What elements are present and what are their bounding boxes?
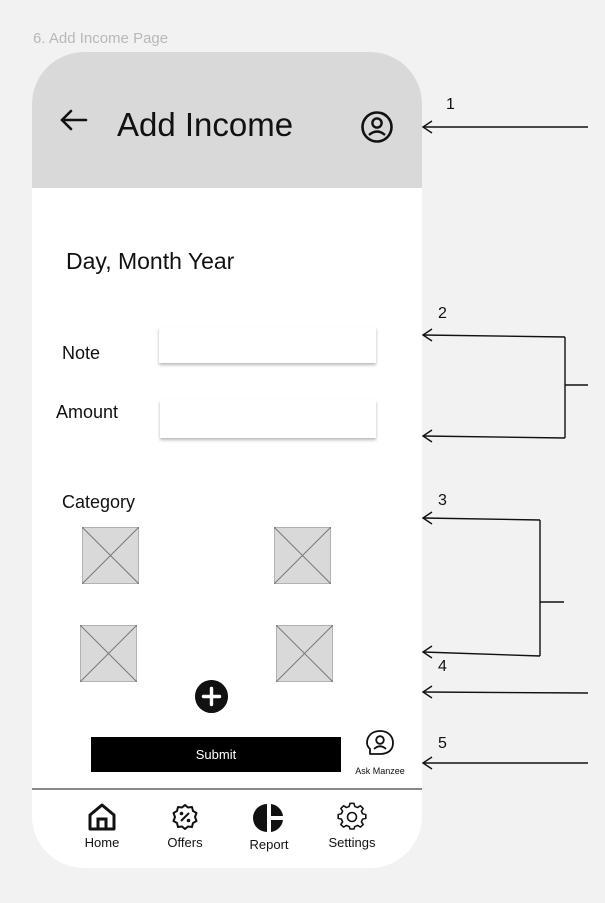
- annotation-arrows: [421, 120, 589, 770]
- callout-number: 2: [438, 305, 447, 322]
- callout-number: 1: [446, 96, 455, 113]
- callout-number: 3: [438, 492, 447, 509]
- callout-number: 5: [438, 735, 447, 752]
- callout-number: 4: [438, 658, 447, 675]
